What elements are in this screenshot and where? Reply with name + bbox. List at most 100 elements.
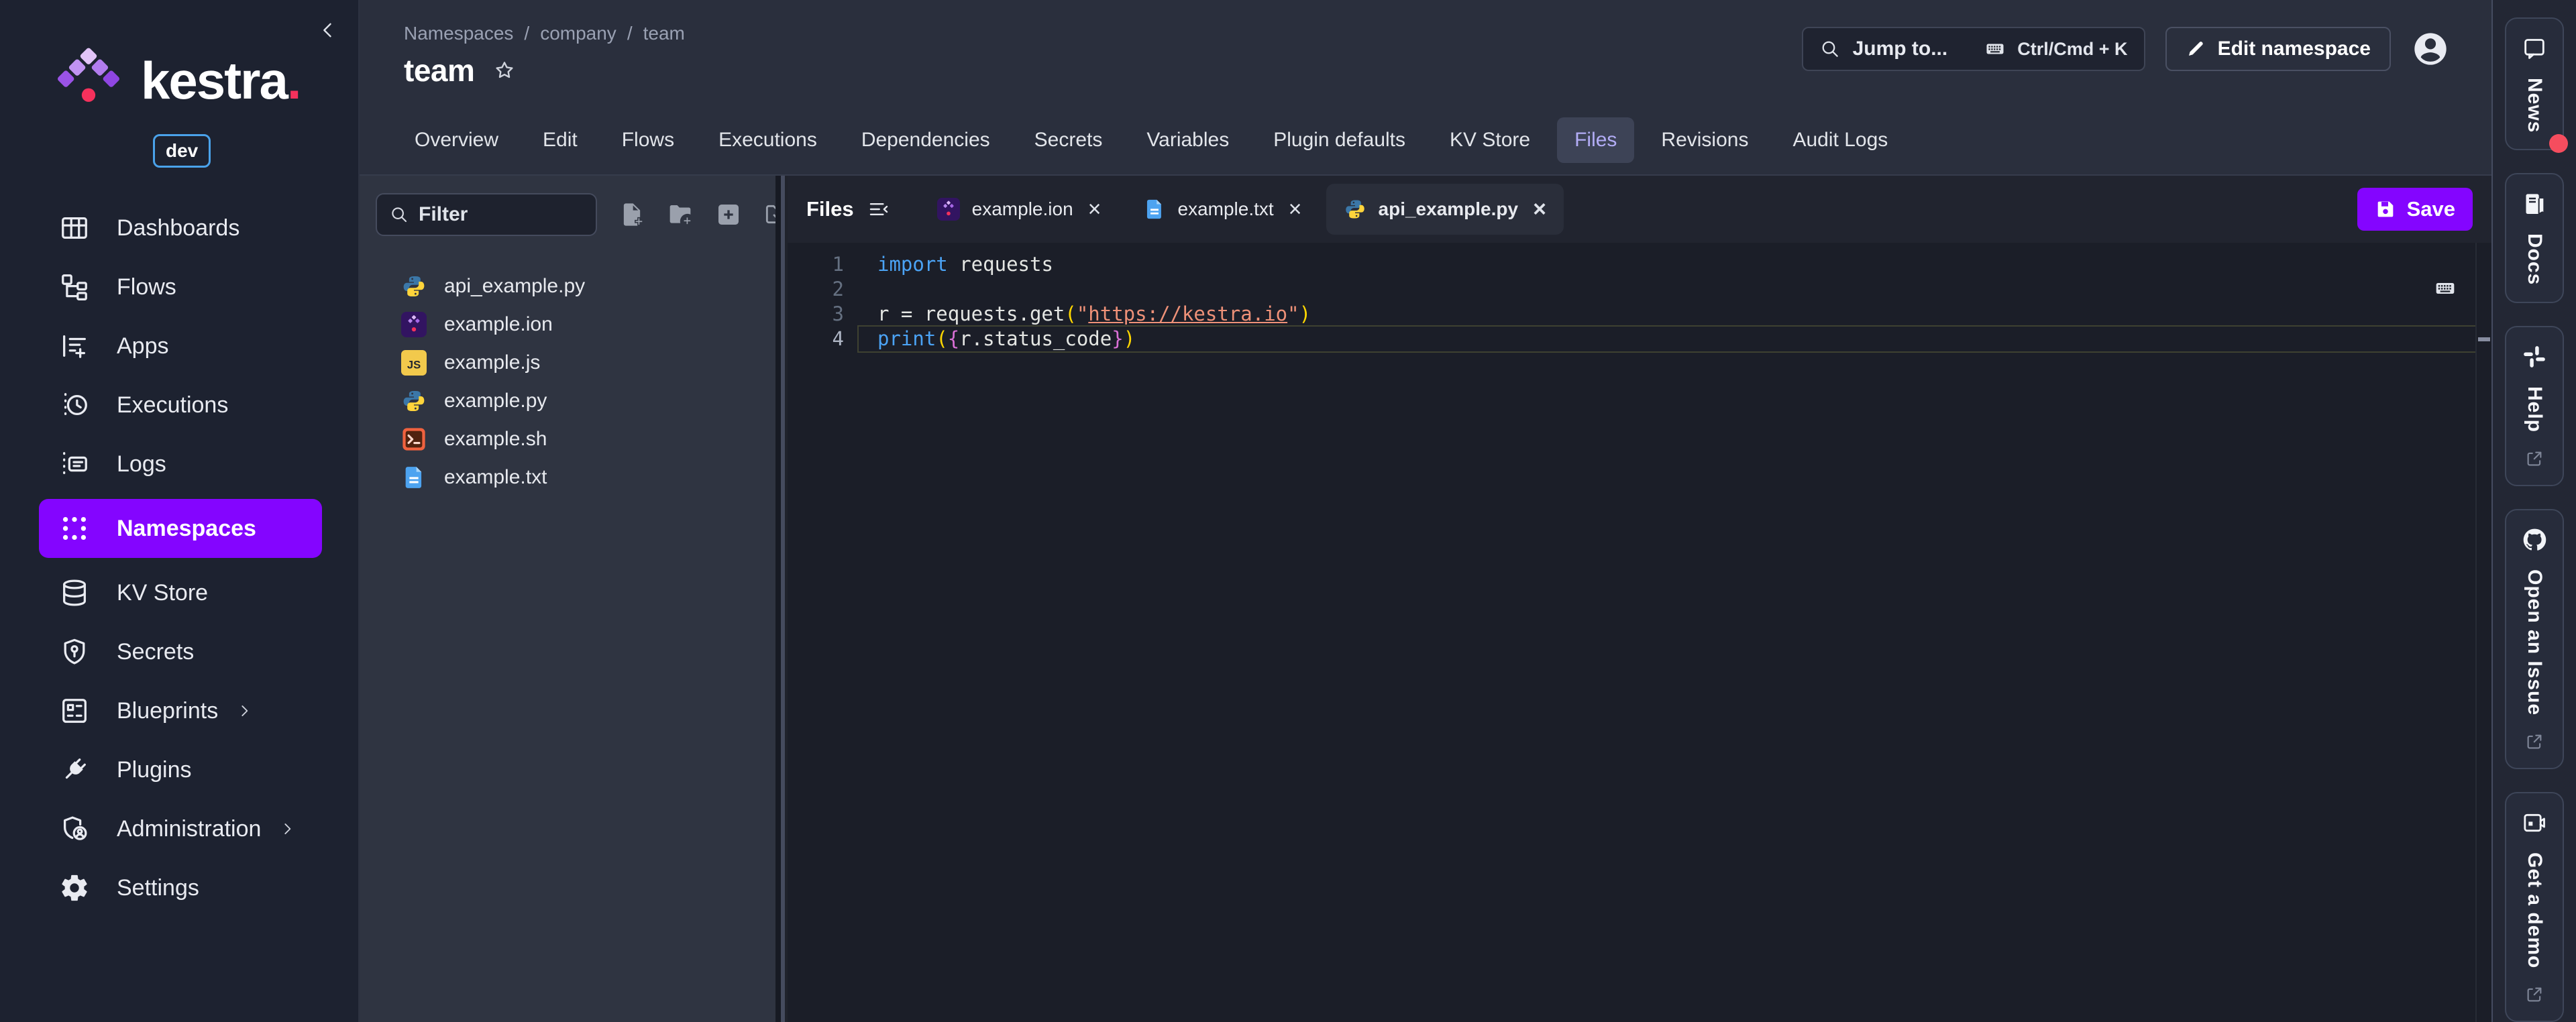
sidebar-item-dashboards[interactable]: Dashboards bbox=[39, 198, 322, 258]
editor-tabbar: Files example.ion×example.txt×api_exampl… bbox=[788, 176, 2491, 243]
kestra-logo: kestra. bbox=[50, 42, 358, 119]
tree-item-example-py[interactable]: example.py bbox=[376, 382, 775, 420]
rail-card-label: News bbox=[2523, 78, 2546, 133]
rail-card-open-an-issue[interactable]: Open an Issue bbox=[2505, 509, 2564, 769]
file-ion-icon bbox=[401, 312, 427, 337]
file-python-icon bbox=[401, 274, 427, 299]
close-tab-icon[interactable]: × bbox=[1533, 198, 1546, 221]
secrets-icon bbox=[59, 636, 90, 667]
editor-tab-example-ion[interactable]: example.ion × bbox=[920, 184, 1119, 235]
tab-dependencies[interactable]: Dependencies bbox=[844, 117, 1008, 163]
new-file-button[interactable] bbox=[619, 201, 645, 228]
rail-card-docs[interactable]: Docs bbox=[2505, 173, 2564, 302]
file-name: example.js bbox=[444, 351, 540, 374]
demo-icon bbox=[2521, 809, 2548, 836]
sidebar-item-label: KV Store bbox=[117, 580, 208, 606]
flows-icon bbox=[59, 272, 90, 302]
sidebar-item-logs[interactable]: Logs bbox=[39, 435, 322, 494]
user-avatar[interactable] bbox=[2411, 30, 2450, 68]
tab-files[interactable]: Files bbox=[1557, 117, 1634, 163]
close-tab-icon[interactable]: × bbox=[1289, 198, 1302, 221]
favorite-star-icon[interactable] bbox=[493, 59, 516, 82]
editor-tab-example-txt[interactable]: example.txt × bbox=[1126, 184, 1320, 235]
save-button[interactable]: Save bbox=[2357, 188, 2473, 231]
tab-variables[interactable]: Variables bbox=[1129, 117, 1246, 163]
tab-overview[interactable]: Overview bbox=[397, 117, 516, 163]
app: kestra. dev DashboardsFlowsAppsExecution… bbox=[0, 0, 2576, 1022]
new-folder-button[interactable] bbox=[667, 201, 694, 228]
rail-card-label: Docs bbox=[2523, 233, 2546, 285]
tree-item-example-ion[interactable]: example.ion bbox=[376, 305, 775, 343]
sidebar-item-secrets[interactable]: Secrets bbox=[39, 622, 322, 681]
overview-cursor-mark bbox=[2478, 337, 2490, 341]
tab-kv-store[interactable]: KV Store bbox=[1432, 117, 1548, 163]
pencil-icon bbox=[2186, 39, 2206, 59]
news-icon bbox=[2521, 35, 2548, 62]
sidebar-collapse-icon[interactable] bbox=[317, 19, 339, 42]
toggle-file-tree-icon[interactable] bbox=[867, 198, 890, 221]
docs-icon bbox=[2521, 190, 2548, 217]
tree-item-example-txt[interactable]: example.txt bbox=[376, 458, 775, 496]
tab-edit[interactable]: Edit bbox=[525, 117, 595, 163]
editor-tab-label: api_example.py bbox=[1379, 198, 1519, 220]
rail-card-help[interactable]: Help bbox=[2505, 326, 2564, 486]
rail-card-news[interactable]: News bbox=[2505, 17, 2564, 150]
sidebar-item-label: Dashboards bbox=[117, 215, 239, 241]
editor-ruler bbox=[2475, 243, 2477, 1022]
close-tab-icon[interactable]: × bbox=[1088, 198, 1102, 221]
code-line-2 bbox=[877, 277, 2451, 302]
editor-tab-label: example.ion bbox=[972, 198, 1073, 220]
files-panel: api_example.pyexample.ion JS example.js exa… bbox=[360, 176, 775, 1022]
breadcrumb-item-company[interactable]: company bbox=[540, 23, 616, 44]
sidebar-item-administration[interactable]: Administration bbox=[39, 799, 322, 858]
sidebar-item-label: Administration bbox=[117, 816, 261, 842]
tab-flows[interactable]: Flows bbox=[604, 117, 692, 163]
jump-to-search[interactable]: Jump to... Ctrl/Cmd + K bbox=[1802, 27, 2145, 71]
tab-audit-logs[interactable]: Audit Logs bbox=[1775, 117, 1905, 163]
tab-revisions[interactable]: Revisions bbox=[1644, 117, 1766, 163]
file-ion-icon bbox=[937, 198, 960, 221]
header-controls: Jump to... Ctrl/Cmd + K Edit namespace bbox=[1802, 27, 2450, 71]
external-link-icon bbox=[2524, 449, 2544, 469]
sidebar-item-kv-store[interactable]: KV Store bbox=[39, 563, 322, 622]
breadcrumb-separator: / bbox=[524, 23, 529, 44]
tab-secrets[interactable]: Secrets bbox=[1017, 117, 1120, 163]
tab-executions[interactable]: Executions bbox=[701, 117, 835, 163]
svg-text:JS: JS bbox=[407, 358, 421, 371]
slack-icon bbox=[2521, 343, 2548, 370]
breadcrumb-item-team: team bbox=[643, 23, 685, 44]
editor-tab-label: example.txt bbox=[1178, 198, 1274, 220]
help-rail: News Docs Help Open an Issue Get a demo bbox=[2491, 0, 2576, 1022]
tree-item-example-sh[interactable]: example.sh bbox=[376, 420, 775, 458]
tab-plugin-defaults[interactable]: Plugin defaults bbox=[1256, 117, 1423, 163]
sidebar-item-blueprints[interactable]: Blueprints bbox=[39, 681, 322, 740]
add-button[interactable] bbox=[715, 201, 742, 228]
search-icon bbox=[1819, 38, 1841, 60]
sidebar-item-apps[interactable]: Apps bbox=[39, 317, 322, 376]
filter-input[interactable] bbox=[419, 203, 584, 226]
sidebar: kestra. dev DashboardsFlowsAppsExecution… bbox=[0, 0, 360, 1022]
sidebar-item-flows[interactable]: Flows bbox=[39, 258, 322, 317]
notification-dot bbox=[2549, 134, 2568, 153]
kestra-logo-icon bbox=[50, 42, 127, 119]
sidebar-item-label: Apps bbox=[117, 333, 169, 359]
code-editor[interactable]: 1234 import requestsr = requests.get("ht… bbox=[788, 243, 2491, 1022]
kvstore-icon bbox=[59, 577, 90, 608]
file-shell-icon bbox=[401, 427, 427, 452]
sidebar-item-executions[interactable]: Executions bbox=[39, 376, 322, 435]
page-title: team bbox=[404, 52, 474, 89]
rail-card-get-a-demo[interactable]: Get a demo bbox=[2505, 792, 2564, 1022]
tree-item-api-example-py[interactable]: api_example.py bbox=[376, 267, 775, 305]
breadcrumb-item-namespaces[interactable]: Namespaces bbox=[404, 23, 513, 44]
settings-icon bbox=[59, 872, 90, 903]
panel-resize-handle[interactable] bbox=[775, 176, 788, 1022]
sidebar-item-plugins[interactable]: Plugins bbox=[39, 740, 322, 799]
file-text-icon bbox=[401, 465, 427, 490]
external-link-icon bbox=[2524, 732, 2544, 752]
sidebar-item-namespaces[interactable]: Namespaces bbox=[39, 499, 322, 558]
edit-namespace-button[interactable]: Edit namespace bbox=[2165, 27, 2391, 71]
sidebar-item-settings[interactable]: Settings bbox=[39, 858, 322, 917]
code-line-1: import requests bbox=[877, 252, 2451, 277]
tree-item-example-js[interactable]: JS example.js bbox=[376, 343, 775, 382]
editor-tab-api-example-py[interactable]: api_example.py × bbox=[1326, 184, 1564, 235]
